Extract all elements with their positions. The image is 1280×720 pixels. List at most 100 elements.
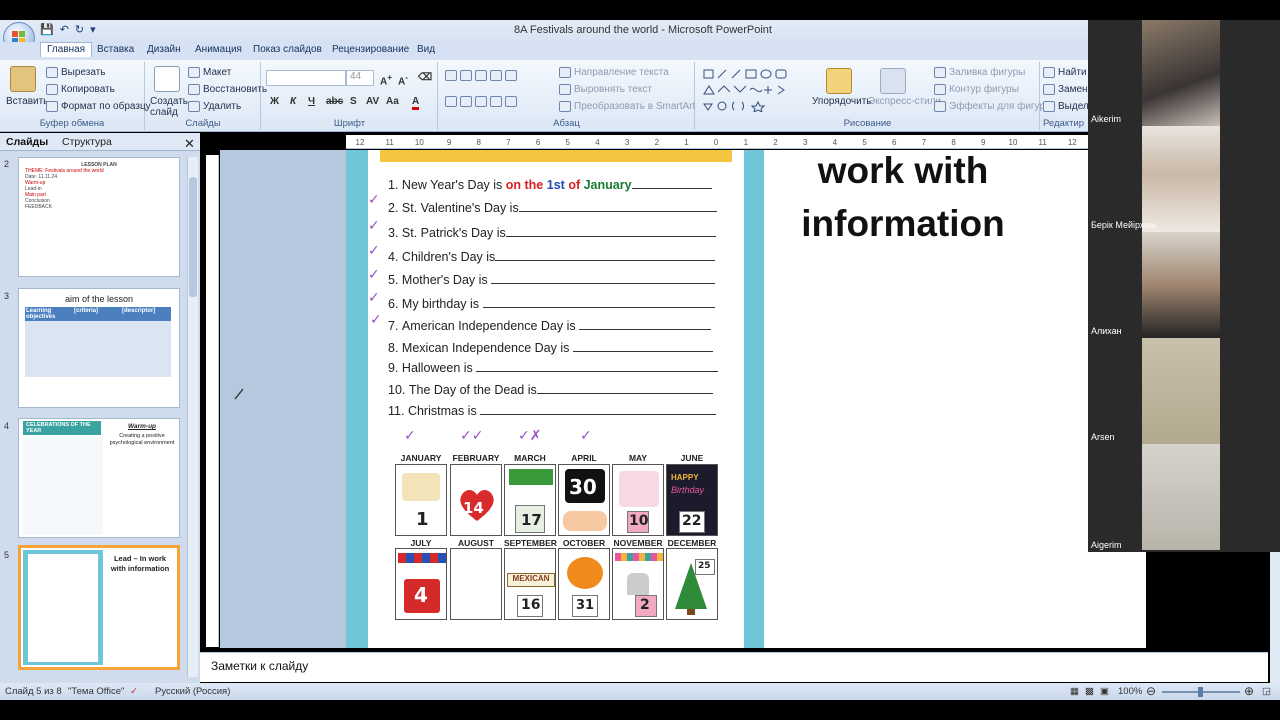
bold-icon[interactable]: Ж [270, 96, 279, 107]
slide-heading-line1[interactable]: work with [778, 150, 1028, 197]
bullets-button[interactable] [445, 70, 517, 81]
shape-effects-label: Эффекты для фигур [949, 101, 1046, 112]
quick-styles-button[interactable]: Экспресс-стили [868, 96, 941, 107]
tab-slideshow[interactable]: Показ слайдов [253, 44, 322, 55]
layout-button[interactable]: Макет [188, 67, 231, 78]
align-buttons[interactable] [445, 96, 517, 107]
replace-button[interactable]: Замен [1043, 84, 1088, 95]
delete-slide-button[interactable]: Удалить [188, 101, 241, 112]
zoom-level[interactable]: 100% [1118, 686, 1142, 697]
shape-fill-button[interactable]: Заливка фигуры [934, 67, 1025, 78]
tab-design[interactable]: Дизайн [147, 44, 181, 55]
font-label: Шрифт [333, 118, 366, 129]
grow-font-icon[interactable]: A+ [380, 72, 392, 87]
answer-line[interactable] [495, 249, 716, 261]
tab-home[interactable]: Главная [40, 42, 93, 57]
undo-icon[interactable]: ↶ [60, 23, 69, 36]
quick-styles-icon[interactable] [880, 68, 906, 94]
shrink-font-icon[interactable]: A- [398, 72, 408, 87]
zoom-slider-thumb[interactable] [1198, 687, 1203, 697]
tab-outline[interactable]: Структура [62, 136, 112, 148]
cut-button[interactable]: Вырезать [46, 67, 105, 78]
month-label: MARCH [514, 453, 546, 463]
shadow-icon[interactable]: S [350, 96, 357, 107]
tab-insert[interactable]: Вставка [97, 44, 134, 55]
case-icon[interactable]: Aa [386, 96, 399, 107]
answer-line[interactable] [476, 360, 719, 372]
clear-format-icon[interactable]: ⌫ [418, 72, 432, 83]
close-panel-icon[interactable]: ✕ [184, 136, 195, 152]
shapes-gallery-icon[interactable] [702, 68, 798, 112]
paste-button[interactable]: Вставить [6, 96, 48, 107]
underline-icon[interactable]: Ч [308, 96, 315, 107]
text-direction-button[interactable]: Направление текста [559, 67, 669, 78]
new-slide-icon[interactable] [154, 66, 180, 92]
month-label: AUGUST [458, 538, 494, 548]
indent-decrease-icon [475, 70, 487, 81]
happy-text: HAPPY [671, 473, 699, 482]
font-name-input[interactable] [266, 70, 346, 86]
zoom-in-icon[interactable]: ⊕ [1244, 684, 1254, 698]
answer-line[interactable] [482, 296, 715, 308]
arrange-button[interactable]: Упорядочить [812, 96, 872, 107]
slideshow-view-icon[interactable]: ▣ [1100, 686, 1109, 697]
sorter-view-icon[interactable]: ▩ [1085, 686, 1094, 697]
ruler-label: 1 [744, 138, 749, 147]
normal-view-icon[interactable]: ▦ [1070, 686, 1079, 697]
find-button[interactable]: Найти [1043, 67, 1087, 78]
fit-slide-icon[interactable]: ◲ [1262, 686, 1271, 697]
answer-line[interactable] [505, 225, 716, 237]
font-color-icon[interactable]: A [412, 96, 420, 110]
slide-heading-line2[interactable]: information [778, 197, 1028, 250]
ruler-label: 3 [625, 138, 630, 147]
text-direction-label: Направление текста [574, 67, 669, 78]
redo-icon[interactable]: ↻ [75, 23, 84, 36]
answer-line[interactable] [491, 272, 716, 284]
answer-line [631, 177, 712, 189]
slide-thumb-3[interactable]: aim of the lesson Learning objectives [c… [18, 288, 180, 408]
calendar-number: 2 [640, 597, 650, 613]
shape-effects-button[interactable]: Эффекты для фигур [934, 101, 1045, 112]
align-text-button[interactable]: Выровнять текст [559, 84, 652, 95]
font-size-input[interactable]: 44 [346, 70, 374, 86]
slide-thumb-4[interactable]: CELEBRATIONS OF THE YEAR Warm-up Creatin… [18, 418, 180, 538]
select-button[interactable]: Выдел [1043, 101, 1089, 112]
slide-thumb-5[interactable]: Lead – In work with information [18, 545, 180, 670]
tab-slides[interactable]: Слайды [6, 136, 48, 148]
qat-dropdown-icon[interactable]: ▾ [90, 23, 96, 36]
language[interactable]: Русский (Россия) [155, 686, 230, 697]
zoom-out-icon[interactable]: ⊖ [1146, 684, 1156, 698]
current-slide[interactable]: 1. New Year's Day is on the 1st of Janua… [346, 150, 1146, 648]
shape-outline-button[interactable]: Контур фигуры [934, 84, 1019, 95]
zoom-slider[interactable] [1162, 687, 1240, 697]
strikethrough-icon[interactable]: abc [326, 96, 343, 107]
answer-line[interactable] [518, 200, 717, 212]
save-icon[interactable]: 💾 [40, 23, 54, 36]
new-slide-button[interactable]: Создать слайд [150, 96, 188, 118]
tab-review[interactable]: Рецензирование [332, 44, 409, 55]
italic-icon[interactable]: К [290, 96, 296, 107]
smartart-button[interactable]: Преобразовать в SmartArt [559, 101, 695, 112]
slide-thumb-2[interactable]: LESSON PLAN THEME: Festivals around the … [18, 157, 180, 277]
notes-pane[interactable]: Заметки к слайду [200, 652, 1268, 682]
worksheet-top-band [380, 150, 732, 162]
panel-scrollbar[interactable] [187, 157, 198, 677]
arrange-icon[interactable] [826, 68, 852, 94]
panel-scroll-thumb[interactable] [189, 177, 197, 297]
question-5: 5. Mother's Day is [388, 272, 716, 287]
copy-button[interactable]: Копировать [46, 84, 115, 95]
answer-line[interactable] [572, 340, 713, 352]
spellcheck-icon[interactable]: ✓ [130, 686, 138, 697]
ruler-label: 8 [951, 138, 956, 147]
paste-icon[interactable] [10, 66, 36, 92]
answer-line[interactable] [536, 382, 713, 394]
question-8: 8. Mexican Independence Day is [388, 340, 713, 355]
answer-line[interactable] [579, 318, 712, 330]
tab-view[interactable]: Вид [417, 44, 435, 55]
question-10: 10. The Day of the Dead is [388, 382, 713, 397]
spacing-icon[interactable]: AV [366, 96, 379, 107]
answer-line[interactable] [480, 403, 717, 415]
reset-button[interactable]: Восстановить [188, 84, 267, 95]
tab-animation[interactable]: Анимация [195, 44, 242, 55]
format-painter-button[interactable]: Формат по образцу [46, 101, 151, 112]
